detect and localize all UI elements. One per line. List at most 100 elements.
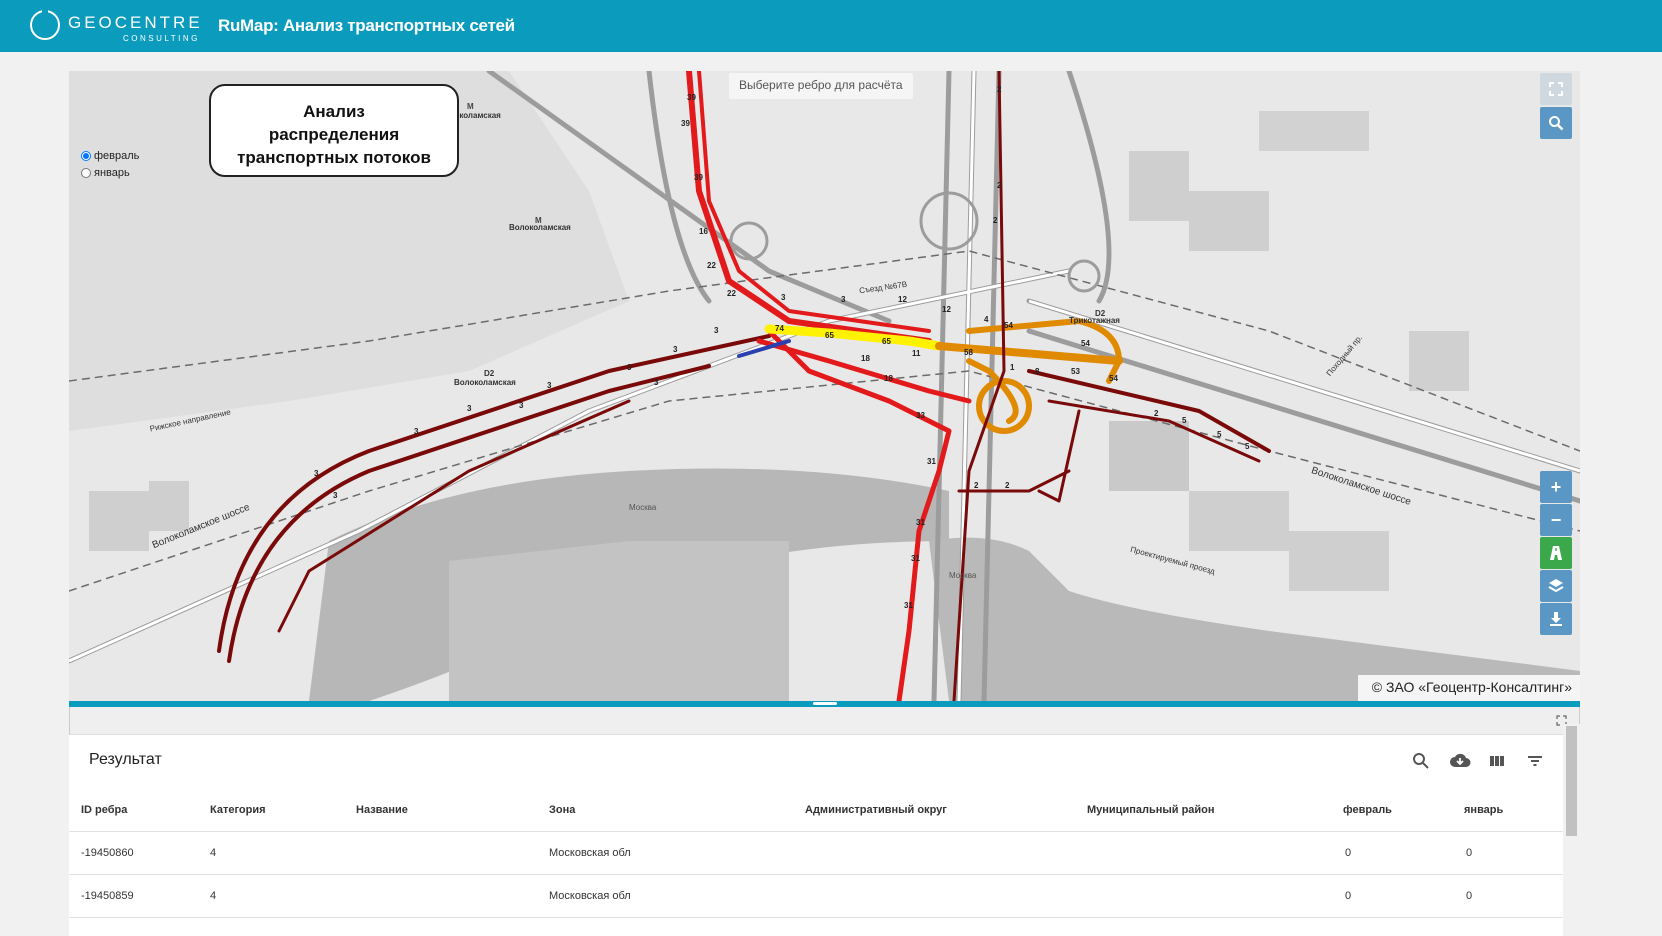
app-title: RuMap: Анализ транспортных сетей <box>218 16 515 35</box>
table-row[interactable]: -19450860 4 Московская обл 0 0 <box>69 831 1563 874</box>
download-icon <box>1550 612 1562 626</box>
zoom-in-icon: + <box>1550 476 1562 497</box>
map-copyright: © ЗАО «Геоцентр-Консалтинг» <box>1357 675 1580 701</box>
flow-label: 5 <box>1245 442 1250 451</box>
logo-ring-icon <box>30 9 60 40</box>
period-option-january[interactable]: январь <box>81 164 139 181</box>
flow-label: 65 <box>825 331 834 340</box>
period-label: февраль <box>94 149 140 162</box>
flow-label: 4 <box>984 315 989 324</box>
flow-label: 2 <box>997 181 1002 190</box>
filter-icon[interactable] <box>1525 751 1545 771</box>
analysis-title-box: Анализ распределения транспортных потоко… <box>209 84 459 177</box>
flow-label: 3 <box>714 326 719 335</box>
cell-category: 4 <box>210 847 217 859</box>
flow-label: 31 <box>904 601 913 610</box>
flow-label: 65 <box>882 337 891 346</box>
period-selector: февраль январь <box>81 147 139 181</box>
cell-category: 4 <box>210 890 217 902</box>
results-title: Результат <box>89 751 162 768</box>
table-row[interactable] <box>69 917 1563 936</box>
column-header[interactable]: Административный округ <box>805 804 947 816</box>
table-row[interactable]: -19450859 4 Московская обл 0 0 <box>69 874 1563 917</box>
flow-label: 54 <box>1004 321 1013 330</box>
flow-label: 8 <box>1035 367 1040 376</box>
flow-label: 3 <box>519 401 524 410</box>
layers-icon <box>1548 579 1564 593</box>
cell-edge-id: -19450860 <box>81 847 134 859</box>
flow-label: 2 <box>974 481 979 490</box>
flow-label: 3 <box>654 378 659 387</box>
period-radio-february[interactable] <box>81 150 91 161</box>
zoom-in-button[interactable]: + <box>1540 471 1572 503</box>
flow-label: 22 <box>707 261 716 270</box>
flow-label: 11 <box>912 349 921 358</box>
cell-february: 0 <box>1345 890 1352 902</box>
map-canvas[interactable]: M M D2 D2 Волоколамская Волоколамская Во… <box>69 71 1580 701</box>
flow-label: 3 <box>781 293 786 302</box>
flow-label: 54 <box>1109 374 1118 383</box>
splitter-grip-icon[interactable] <box>813 702 837 705</box>
column-header[interactable]: Муниципальный район <box>1087 804 1215 816</box>
flow-label: 3 <box>414 427 419 436</box>
column-header[interactable]: Название <box>356 804 408 816</box>
column-header[interactable]: Категория <box>210 804 266 816</box>
download-button[interactable] <box>1540 603 1572 635</box>
flow-label: 12 <box>942 305 951 314</box>
column-header[interactable]: январь <box>1464 804 1503 816</box>
flow-label: 3 <box>841 295 846 304</box>
road-icon <box>1550 546 1562 560</box>
flow-label: 1 <box>1010 363 1015 372</box>
search-button[interactable] <box>1540 107 1572 139</box>
results-panel-bar <box>69 707 1580 735</box>
flow-label: 31 <box>916 518 925 527</box>
period-radio-january[interactable] <box>81 167 91 178</box>
flow-label: 2 <box>1154 409 1159 418</box>
flow-label: 3 <box>673 345 678 354</box>
flow-label: 5 <box>1182 416 1187 425</box>
cell-january: 0 <box>1466 890 1473 902</box>
flow-label: 39 <box>681 119 690 128</box>
logo-main-text: GEOCENTRE <box>68 13 203 32</box>
flow-label: 12 <box>898 295 907 304</box>
flow-label: 54 <box>1081 339 1090 348</box>
flow-label: 3 <box>627 363 632 372</box>
column-header[interactable]: февраль <box>1343 804 1392 816</box>
zoom-out-button[interactable]: − <box>1540 504 1572 536</box>
zoom-out-icon: − <box>1550 509 1562 530</box>
flow-label: 3 <box>333 491 338 500</box>
app-header: GEOCENTRE CONSULTING RuMap: Анализ транс… <box>0 0 1662 52</box>
fullscreen-icon <box>1549 82 1563 96</box>
flow-label: 18 <box>884 374 893 383</box>
results-scrollbar[interactable] <box>1563 724 1580 936</box>
cell-january: 0 <box>1466 847 1473 859</box>
scrollbar-thumb[interactable] <box>1566 726 1577 836</box>
cloud-download-icon[interactable] <box>1449 751 1471 771</box>
results-toolbar <box>1411 751 1545 771</box>
flow-label: 5 <box>1217 430 1222 439</box>
column-header[interactable]: ID ребра <box>81 804 127 816</box>
analysis-title-line: Анализ <box>303 102 365 121</box>
fullscreen-button[interactable] <box>1540 73 1572 105</box>
flow-label: 2 <box>993 216 998 225</box>
period-label: январь <box>94 166 130 179</box>
flow-label: 33 <box>916 411 925 420</box>
flow-label: 2 <box>997 85 1002 94</box>
logo-sub-text: CONSULTING <box>123 34 200 43</box>
layers-button[interactable] <box>1540 570 1572 602</box>
search-icon[interactable] <box>1411 751 1431 771</box>
flow-label: 2 <box>1005 481 1010 490</box>
search-icon <box>1549 116 1564 131</box>
cell-zone: Московская обл <box>549 890 631 902</box>
columns-icon[interactable] <box>1487 751 1507 771</box>
road-network-button[interactable] <box>1540 537 1572 569</box>
cell-edge-id: -19450859 <box>81 890 134 902</box>
analysis-title-line: распределения <box>268 125 400 144</box>
period-option-february[interactable]: февраль <box>81 147 139 164</box>
flow-label: 74 <box>775 324 784 333</box>
cell-february: 0 <box>1345 847 1352 859</box>
geocentre-logo[interactable]: GEOCENTRE CONSULTING <box>30 8 200 44</box>
flow-label: 39 <box>694 173 703 182</box>
column-header[interactable]: Зона <box>549 804 575 816</box>
flow-label: 3 <box>314 469 319 478</box>
